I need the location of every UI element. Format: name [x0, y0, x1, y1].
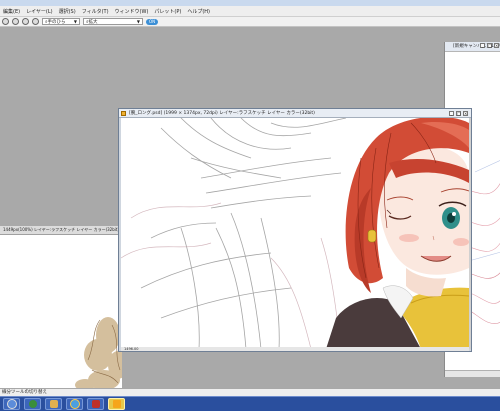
main-window-status: 1496.00	[121, 347, 469, 351]
minimize-icon[interactable]: _	[449, 111, 454, 116]
drawing-canvas[interactable]	[121, 118, 469, 349]
chevron-down-icon: ▼	[73, 19, 77, 24]
chevron-down-icon: ▼	[136, 19, 140, 24]
taskbar-app-globe[interactable]	[24, 398, 41, 410]
toolbar: ⌕ 手のひら ▼ ⌕ 拡大 ▼ ON	[0, 17, 500, 27]
start-icon	[6, 399, 17, 409]
taskbar-app-security[interactable]	[87, 398, 104, 410]
left-window-canvas[interactable]	[0, 235, 122, 395]
tool-select-value: 手のひら	[47, 19, 66, 25]
menu-item-edit[interactable]: 編集(E)	[0, 8, 23, 15]
zoom-select-value: 拡大	[88, 19, 98, 25]
zoom-icon[interactable]	[32, 18, 39, 25]
vertical-scrollbar[interactable]	[469, 118, 471, 349]
globe-icon	[28, 400, 37, 408]
close-icon[interactable]: ×	[494, 43, 499, 48]
minimize-icon[interactable]: _	[480, 43, 485, 48]
zoom-select[interactable]: ⌕ 拡大 ▼	[83, 18, 143, 25]
eye-icon[interactable]	[12, 18, 19, 25]
rotate-left-icon[interactable]	[2, 18, 9, 25]
side-panel-scrollbar[interactable]	[445, 370, 500, 377]
main-window-title: [腕_ロング.psd] (1999 × 1374px, 72dpi) レイヤー:…	[119, 109, 471, 118]
taskbar-app-trophy[interactable]	[108, 398, 125, 410]
maximize-icon[interactable]: □	[456, 111, 461, 116]
status-bar: 線分ツールの切り替え	[0, 388, 500, 396]
menu-bar: 編集(E) レイヤー(L) 選択(S) フィルタ(T) ウィンドウ(W) パレッ…	[0, 6, 500, 17]
toggle-pill[interactable]: ON	[146, 18, 159, 25]
tool-select[interactable]: ⌕ 手のひら ▼	[42, 18, 80, 25]
document-icon	[121, 111, 126, 116]
maximize-icon[interactable]: □	[487, 43, 492, 48]
menu-item-palette[interactable]: パレット(P)	[151, 8, 184, 15]
main-image-window: [腕_ロング.psd] (1999 × 1374px, 72dpi) レイヤー:…	[118, 108, 472, 352]
security-icon	[91, 400, 100, 408]
hand-icon[interactable]	[22, 18, 29, 25]
taskbar-start-button[interactable]	[3, 398, 20, 410]
taskbar	[0, 396, 500, 411]
menu-item-filter[interactable]: フィルタ(T)	[79, 8, 112, 15]
trophy-icon	[112, 400, 121, 408]
close-icon[interactable]: ×	[463, 111, 468, 116]
menu-item-window[interactable]: ウィンドウ(W)	[112, 8, 152, 15]
left-image-window: 1449px(100%) レイヤー:ラフスケッチ レイヤー カラー(32bit)	[0, 226, 122, 396]
taskbar-app-paint[interactable]	[45, 398, 62, 410]
artwork-illustration	[121, 118, 469, 349]
menu-item-layer[interactable]: レイヤー(L)	[23, 8, 56, 15]
paint-icon	[49, 400, 58, 408]
menu-item-help[interactable]: ヘルプ(H)	[184, 8, 213, 15]
browser-icon	[69, 399, 80, 409]
taskbar-app-browser[interactable]	[66, 398, 83, 410]
menu-item-select[interactable]: 選択(S)	[56, 8, 79, 15]
left-window-title: 1449px(100%) レイヤー:ラフスケッチ レイヤー カラー(32bit)	[0, 226, 122, 235]
